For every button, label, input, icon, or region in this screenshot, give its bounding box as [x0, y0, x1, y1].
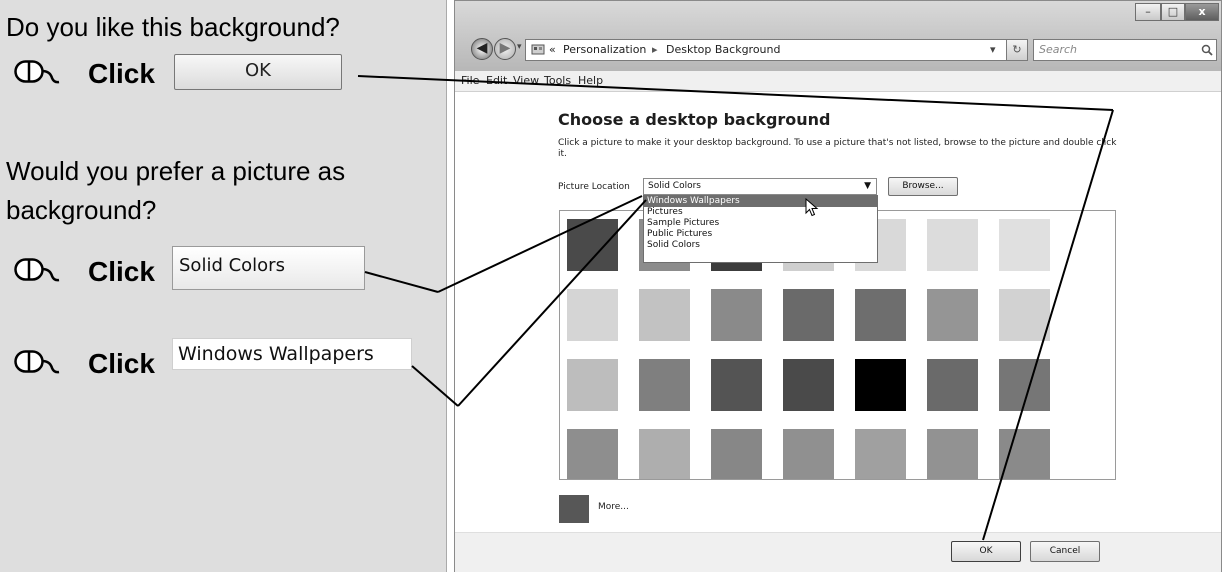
- instruction-question-picture-line2: background?: [6, 195, 157, 225]
- instruction-question-picture-line1: Would you prefer a picture as: [6, 156, 346, 186]
- color-swatch[interactable]: [927, 219, 978, 271]
- menu-view[interactable]: View: [513, 74, 539, 87]
- mouse-pointer-icon: [14, 60, 60, 84]
- color-swatch[interactable]: [567, 429, 618, 479]
- mouse-cursor-icon: [805, 198, 819, 217]
- dropdown-option[interactable]: Pictures: [644, 207, 877, 218]
- color-swatch[interactable]: [927, 289, 978, 341]
- instruction-click-label: Click: [88, 58, 155, 89]
- menu-tools[interactable]: Tools: [544, 74, 571, 87]
- breadcrumb-overflow-icon[interactable]: «: [549, 40, 556, 60]
- more-colors-swatch[interactable]: [559, 495, 589, 523]
- breadcrumb-separator-icon[interactable]: ▸: [652, 40, 658, 60]
- address-dropdown-icon[interactable]: ▾: [990, 40, 996, 60]
- recent-pages-chevron-icon[interactable]: ▾: [517, 41, 522, 52]
- menu-edit[interactable]: Edit: [486, 74, 507, 87]
- control-panel-icon: [531, 44, 545, 55]
- menu-file[interactable]: File: [461, 74, 479, 87]
- color-swatch[interactable]: [567, 219, 618, 271]
- instruction-panel: Do you like this background? Click OK Wo…: [0, 0, 447, 572]
- page-description: Click a picture to make it your desktop …: [558, 138, 1117, 159]
- color-swatch[interactable]: [567, 289, 618, 341]
- reference-solid-colors-field: Solid Colors: [172, 246, 365, 290]
- color-swatch[interactable]: [999, 359, 1050, 411]
- forward-arrow-icon[interactable]: ▶: [494, 38, 516, 60]
- color-swatch[interactable]: [711, 289, 762, 341]
- color-swatch[interactable]: [999, 289, 1050, 341]
- chevron-down-icon[interactable]: ▼: [864, 179, 871, 194]
- dropdown-option[interactable]: Sample Pictures: [644, 218, 877, 229]
- more-colors-link[interactable]: More...: [598, 502, 629, 512]
- mouse-pointer-icon: [14, 350, 60, 374]
- desktop-background-window: – □ x ◀ ▶ ▾ « Personalization ▸ Desktop …: [454, 0, 1222, 572]
- search-input[interactable]: Search: [1033, 39, 1217, 61]
- instruction-question-background: Do you like this background?: [6, 12, 340, 42]
- menu-help[interactable]: Help: [578, 74, 603, 87]
- color-swatch[interactable]: [783, 289, 834, 341]
- reference-ok-button: OK: [174, 54, 342, 90]
- dropdown-option[interactable]: Solid Colors: [644, 240, 877, 251]
- dropdown-option[interactable]: Public Pictures: [644, 229, 877, 240]
- picture-location-label: Picture Location: [558, 182, 630, 192]
- instruction-click-label: Click: [88, 256, 155, 287]
- color-swatch[interactable]: [783, 359, 834, 411]
- maximize-button[interactable]: □: [1161, 3, 1185, 21]
- instruction-click-label: Click: [88, 348, 155, 379]
- color-swatch[interactable]: [711, 429, 762, 479]
- browse-button[interactable]: Browse...: [888, 177, 958, 196]
- mouse-pointer-icon: [14, 258, 60, 282]
- search-icon[interactable]: [1201, 44, 1213, 56]
- menu-bar: File Edit View Tools Help: [455, 71, 1221, 92]
- cancel-button[interactable]: Cancel: [1030, 541, 1100, 562]
- color-swatch[interactable]: [999, 429, 1050, 479]
- back-arrow-icon[interactable]: ◀: [471, 38, 493, 60]
- picture-location-value: Solid Colors: [648, 181, 701, 191]
- color-swatch[interactable]: [639, 359, 690, 411]
- ok-button[interactable]: OK: [951, 541, 1021, 562]
- page-title: Choose a desktop background: [558, 110, 831, 129]
- window-footer: OK Cancel: [455, 532, 1221, 572]
- address-bar[interactable]: « Personalization ▸ Desktop Background ▾: [525, 39, 1007, 61]
- dropdown-option[interactable]: Windows Wallpapers: [644, 196, 877, 207]
- color-swatch[interactable]: [855, 429, 906, 479]
- color-swatch[interactable]: [711, 359, 762, 411]
- color-swatch[interactable]: [639, 429, 690, 479]
- color-swatch[interactable]: [927, 359, 978, 411]
- picture-location-dropdown[interactable]: Solid Colors ▼: [643, 178, 877, 195]
- title-bar: – □ x ◀ ▶ ▾ « Personalization ▸ Desktop …: [455, 1, 1221, 71]
- color-swatch[interactable]: [999, 219, 1050, 271]
- refresh-button[interactable]: ↻: [1007, 39, 1028, 61]
- color-swatch[interactable]: [855, 359, 906, 411]
- color-swatch[interactable]: [783, 429, 834, 479]
- color-swatch[interactable]: [567, 359, 618, 411]
- breadcrumb-desktop-background[interactable]: Desktop Background: [666, 40, 781, 60]
- reference-windows-wallpapers-item: Windows Wallpapers: [172, 338, 412, 370]
- breadcrumb-personalization[interactable]: Personalization: [563, 40, 646, 60]
- picture-location-options: Windows Wallpapers Pictures Sample Picture…: [643, 195, 878, 263]
- color-swatch[interactable]: [639, 289, 690, 341]
- content-area: Choose a desktop background Click a pict…: [455, 92, 1221, 532]
- color-swatch[interactable]: [927, 429, 978, 479]
- minimize-button[interactable]: –: [1135, 3, 1161, 21]
- color-swatch[interactable]: [855, 289, 906, 341]
- close-button[interactable]: x: [1185, 3, 1219, 21]
